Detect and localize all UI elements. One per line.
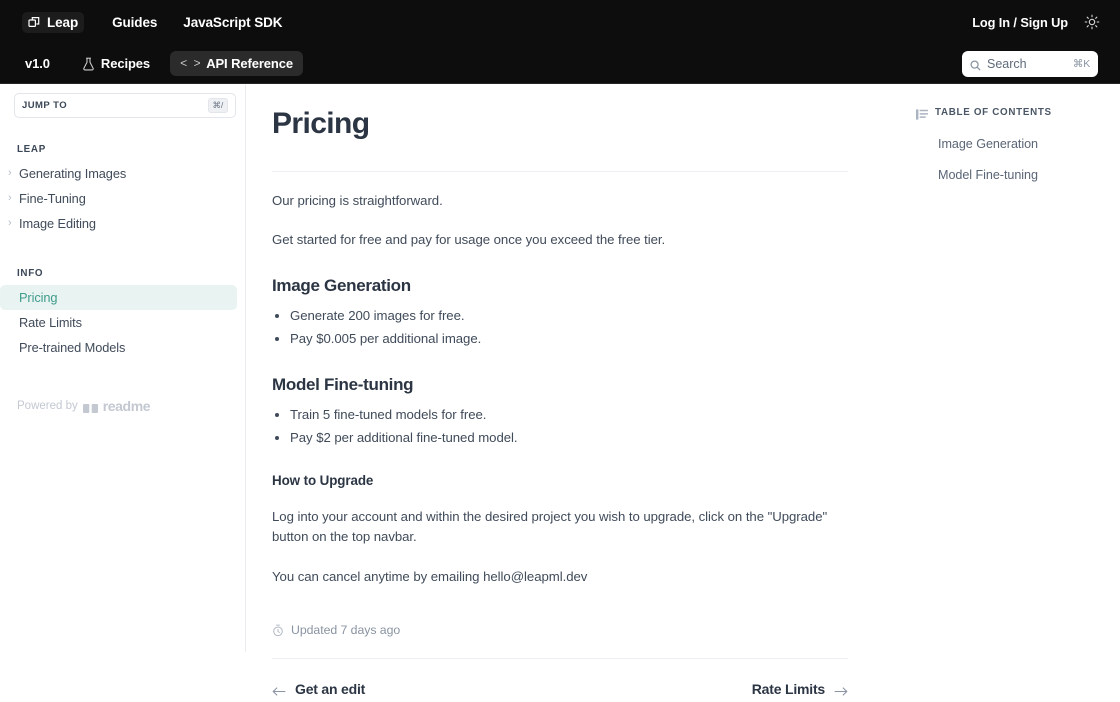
next-page-link[interactable]: Rate Limits [752,681,848,697]
tab-api-reference[interactable]: < > API Reference [170,51,304,76]
sidebar-item-image-editing[interactable]: › Image Editing [0,211,237,236]
list-model-fine-tuning: Train 5 fine-tuned models for free. Pay … [290,404,880,449]
sidebar-item-label: Rate Limits [19,315,82,330]
readme-book-icon [82,401,98,413]
page-title: Pricing [272,107,370,140]
top-navigation-bar: Leap Guides JavaScript SDK Log In / Sign… [0,0,1120,44]
leap-cube-icon [28,16,41,29]
jump-to-label: JUMP TO [22,100,68,111]
intro-paragraph-1: Our pricing is straightforward. [272,193,443,208]
upgrade-paragraph-1: Log into your account and within the des… [272,508,828,545]
leap-logo[interactable]: Leap [22,11,85,33]
sidebar-section-title-leap: LEAP [17,144,46,155]
topnav-link-guides[interactable]: Guides [112,15,157,30]
prev-page-link[interactable]: Get an edit [272,681,365,697]
readme-wordmark: readme [102,398,151,414]
intro-paragraph-2: Get started for free and pay for usage o… [272,232,666,248]
toc-title: TABLE OF CONTENTS [935,107,1052,118]
heading-image-generation: Image Generation [272,275,411,295]
table-of-contents: TABLE OF CONTENTS Image Generation Model… [906,85,1120,652]
code-brackets-icon: < > [180,56,201,71]
flask-icon [82,57,95,71]
chevron-right-icon: › [8,167,12,179]
page-navigation: Get an edit Rate Limits [272,681,848,697]
main-content: Pricing Our pricing is straightforward. … [246,85,906,697]
search-shortcut-badge: ⌘K [1072,57,1090,70]
tab-recipes[interactable]: Recipes [72,51,160,76]
sun-icon[interactable] [1084,14,1100,30]
last-updated-text: Updated 7 days ago [291,623,401,638]
sidebar-section-title-info: INFO [17,268,44,279]
login-signup-link[interactable]: Log In / Sign Up [972,15,1068,30]
topnav-right-group: Log In / Sign Up [972,14,1100,30]
sidebar-item-pre-trained-models[interactable]: Pre-trained Models [0,335,237,360]
list-lines-icon [916,107,928,120]
sidebar-item-label: Pre-trained Models [19,340,126,355]
powered-by-readme[interactable]: Powered by readme [17,398,245,414]
clock-icon [272,624,284,637]
prev-page-label: Get an edit [295,681,366,698]
arrow-right-icon [834,684,848,696]
list-item: Generate 200 images for free. [290,305,880,328]
list-item: Pay $2 per additional fine-tuned model. [290,427,880,450]
list-item: Pay $0.005 per additional image. [290,328,880,351]
powered-by-label: Powered by [17,400,78,412]
list-item: Train 5 fine-tuned models for free. [290,404,880,427]
heading-model-fine-tuning: Model Fine-tuning [272,375,414,395]
last-updated: Updated 7 days ago [272,623,880,637]
next-page-label: Rate Limits [751,681,825,698]
leap-logo-text: Leap [47,14,79,30]
search-icon [970,58,981,71]
sidebar-item-fine-tuning[interactable]: › Fine-Tuning [0,186,237,211]
toc-link-image-generation[interactable]: Image Generation [916,137,1120,151]
tab-api-reference-label: API Reference [206,56,294,71]
sidebar-item-label: Fine-Tuning [19,191,86,206]
toc-link-model-fine-tuning[interactable]: Model Fine-tuning [916,168,1120,182]
sidebar-item-label: Generating Images [19,166,127,181]
chevron-right-icon: › [8,192,12,204]
sidebar: JUMP TO ⌘/ LEAP › Generating Images › Fi… [0,85,246,652]
upgrade-paragraph-2: You can cancel anytime by emailing hello… [272,568,588,584]
toc-header: TABLE OF CONTENTS [916,107,1120,120]
sidebar-item-rate-limits[interactable]: Rate Limits [0,310,237,335]
heading-how-to-upgrade: How to Upgrade [272,472,374,488]
search-placeholder: Search [987,56,1027,71]
sidebar-item-generating-images[interactable]: › Generating Images [0,161,237,186]
list-image-generation: Generate 200 images for free. Pay $0.005… [290,305,880,350]
footer-divider [272,658,848,660]
search-container: Search ⌘K [962,50,1098,77]
version-selector[interactable]: v1.0 [25,56,50,71]
sidebar-item-pricing[interactable]: Pricing [0,285,237,310]
tab-recipes-label: Recipes [100,56,151,71]
search-input[interactable]: Search ⌘K [962,50,1098,77]
sidebar-item-label: Pricing [19,290,58,305]
sub-navigation-bar: v1.0 Recipes < > API Reference Search ⌘K [0,44,1120,84]
jump-to-input[interactable]: JUMP TO ⌘/ [14,93,236,118]
jump-to-shortcut-badge: ⌘/ [207,98,228,113]
topnav-link-javascript-sdk[interactable]: JavaScript SDK [183,15,282,30]
chevron-right-icon: › [8,217,12,229]
title-divider [272,171,848,172]
arrow-left-icon [272,684,286,696]
sidebar-item-label: Image Editing [19,216,96,231]
